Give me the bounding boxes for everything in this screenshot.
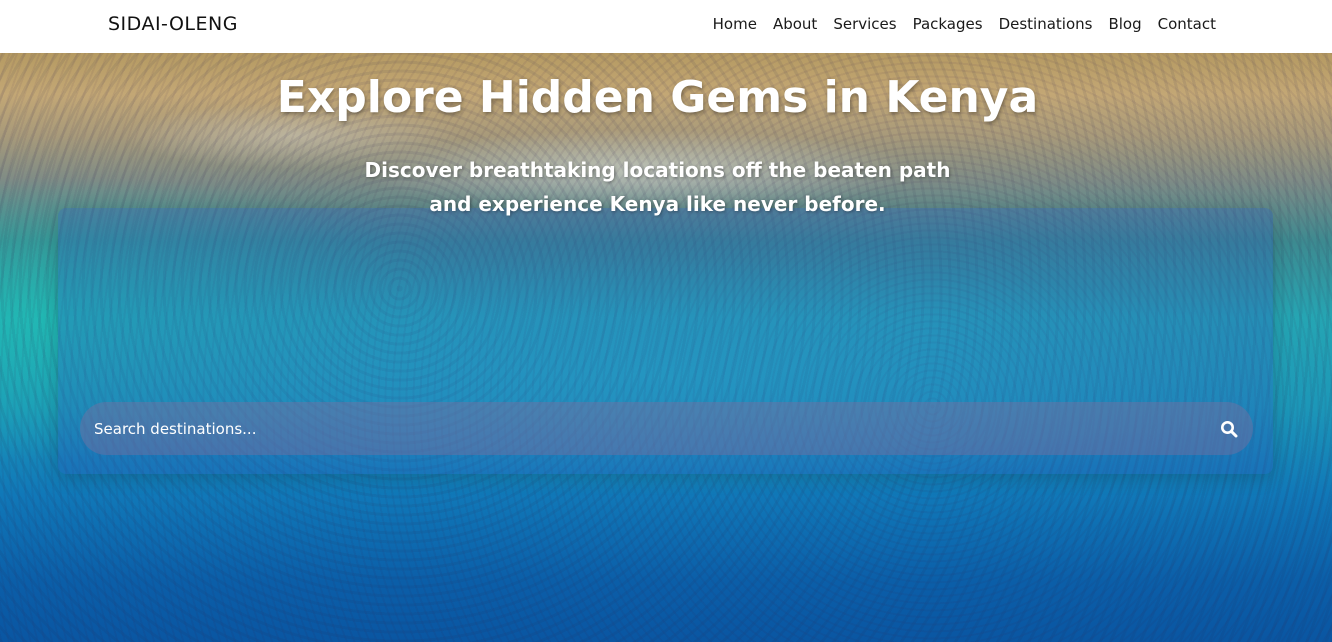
search-icon [1221, 421, 1238, 438]
navbar: SIDAI-OLENG Home About Services Packages… [0, 0, 1332, 53]
nav-link-contact[interactable]: Contact [1158, 13, 1216, 35]
hero-subtitle-line-1: Discover breathtaking locations off the … [364, 158, 951, 182]
search-button[interactable] [1215, 415, 1243, 443]
hero-subtitle: Discover breathtaking locations off the … [0, 153, 1315, 221]
nav-link-services[interactable]: Services [833, 13, 896, 35]
nav-link-blog[interactable]: Blog [1108, 13, 1141, 35]
search-input[interactable] [80, 402, 1200, 455]
main-nav: Home About Services Packages Destination… [713, 13, 1216, 35]
hero-title: Explore Hidden Gems in Kenya [276, 72, 1039, 123]
hero-section: Explore Hidden Gems in Kenya Discover br… [0, 53, 1332, 642]
nav-link-home[interactable]: Home [713, 13, 757, 35]
nav-link-packages[interactable]: Packages [913, 13, 983, 35]
hero-subtitle-line-2: and experience Kenya like never before. [429, 192, 886, 216]
nav-link-about[interactable]: About [773, 13, 817, 35]
search-bar [80, 402, 1253, 455]
site-logo[interactable]: SIDAI-OLENG [108, 12, 238, 36]
nav-link-destinations[interactable]: Destinations [999, 13, 1093, 35]
